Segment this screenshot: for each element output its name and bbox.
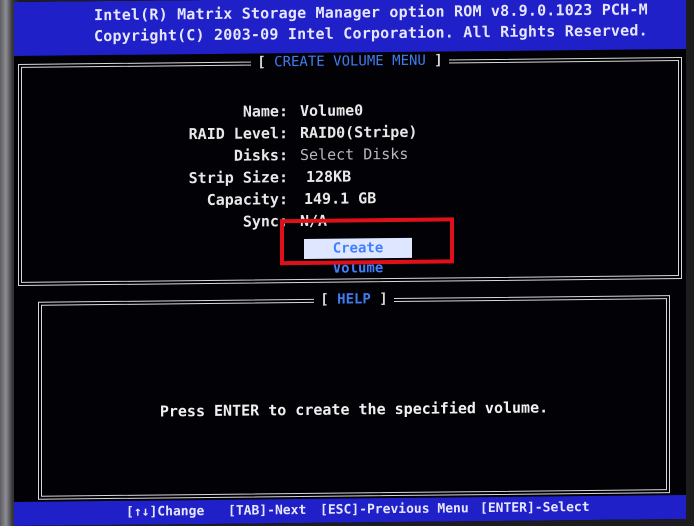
help-panel: [ HELP ] Press ENTER to create the speci… — [38, 291, 670, 500]
help-bracket-open: [ — [320, 291, 329, 308]
highlight-annotation-box — [280, 217, 454, 266]
field-value: RAID0(Stripe) — [300, 122, 418, 143]
key-next: [TAB]-Next — [228, 502, 307, 519]
key-legend-bar: [↑↓]Change [TAB]-Next [ESC]-Previous Men… — [14, 494, 686, 526]
field-label: Capacity: — [206, 190, 288, 209]
field-label: Name: — [242, 102, 288, 121]
field-label: Disks: — [233, 146, 288, 165]
title-bracket-close: ] — [434, 52, 443, 69]
help-text: Press ENTER to create the specified volu… — [159, 398, 549, 421]
key-previous: [ESC]-Previous Menu — [320, 501, 469, 518]
monitor-bezel: Intel(R) Matrix Storage Manager option R… — [0, 0, 694, 526]
rom-header: Intel(R) Matrix Storage Manager option R… — [14, 0, 686, 57]
key-select: [ENTER]-Select — [480, 499, 590, 517]
title-bracket-open: [ — [257, 54, 266, 71]
bios-screen: Intel(R) Matrix Storage Manager option R… — [14, 0, 686, 526]
field-value: 149.1 GB — [304, 189, 377, 208]
field-value: 128KB — [306, 167, 352, 186]
field-label: RAID Level: — [188, 124, 288, 144]
help-bracket-close: ] — [379, 291, 388, 308]
field-value: Select Disks — [300, 144, 409, 165]
create-volume-menu-title: CREATE VOLUME MENU — [274, 52, 426, 71]
key-change: [↑↓]Change — [126, 504, 205, 520]
help-title: [ HELP ] — [42, 287, 666, 312]
help-title-text: HELP — [337, 291, 371, 308]
field-label: Strip Size: — [188, 168, 288, 188]
field-value: Volume0 — [300, 101, 364, 121]
